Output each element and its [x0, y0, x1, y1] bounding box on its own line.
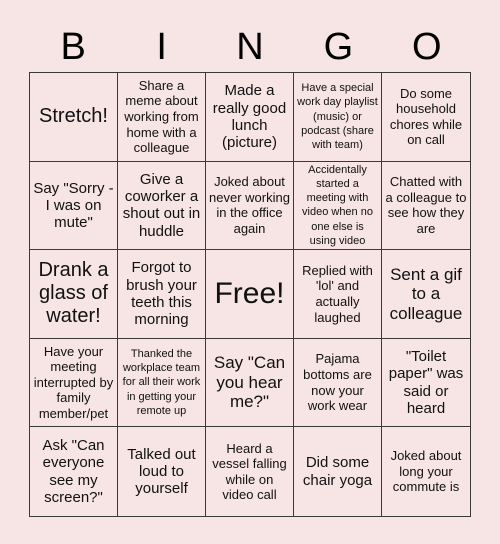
bingo-header: B I N G O — [29, 26, 471, 68]
header-letter-n: N — [236, 26, 264, 68]
bingo-cell[interactable]: Say "Can you hear me?" — [206, 338, 294, 428]
bingo-cell[interactable]: Drank a glass of water! — [30, 250, 118, 339]
header-letter-i: I — [156, 26, 167, 68]
bingo-cell[interactable]: Do some household chores while on call — [382, 73, 470, 162]
bingo-cell[interactable]: Stretch! — [30, 73, 118, 162]
bingo-cell[interactable]: Chatted with a colleague to see how they… — [382, 162, 470, 251]
bingo-cell[interactable]: Ask "Can everyone see my screen?" — [30, 427, 118, 516]
bingo-cell[interactable]: Heard a vessel falling while on video ca… — [206, 427, 294, 516]
bingo-cell[interactable]: Forgot to brush your teeth this morning — [118, 250, 206, 339]
bingo-cell[interactable]: Have a special work day playlist (music)… — [294, 73, 382, 162]
bingo-cell[interactable]: Pajama bottoms are now your work wear — [294, 338, 382, 428]
bingo-cell[interactable]: Replied with 'lol' and actually laughed — [294, 250, 382, 339]
bingo-cell[interactable]: Accidentally started a meeting with vide… — [294, 161, 382, 251]
header-letter-g: G — [323, 26, 354, 68]
bingo-cell[interactable]: Made a really good lunch (picture) — [206, 73, 294, 162]
bingo-cell[interactable]: Talked out loud to yourself — [118, 427, 206, 516]
bingo-cell[interactable]: Share a meme about working from home wit… — [118, 73, 206, 162]
bingo-cell[interactable]: Give a coworker a shout out in huddle — [118, 161, 206, 251]
bingo-cell[interactable]: Joked about long your commute is — [382, 427, 470, 516]
bingo-cell[interactable]: Joked about never working in the office … — [206, 161, 294, 251]
free-space-cell[interactable]: Free! — [206, 250, 294, 339]
header-letter-b: B — [60, 26, 86, 68]
header-letter-o: O — [412, 26, 442, 68]
bingo-cell[interactable]: Have your meeting interrupted by family … — [30, 338, 118, 428]
bingo-cell[interactable]: Say "Sorry - I was on mute" — [30, 161, 118, 251]
bingo-board: Stretch! Share a meme about working from… — [29, 72, 471, 517]
bingo-cell[interactable]: Thanked the workplace team for all their… — [118, 338, 206, 428]
bingo-cell[interactable]: Did some chair yoga — [294, 427, 382, 516]
bingo-cell[interactable]: Sent a gif to a colleague — [382, 250, 470, 339]
bingo-cell[interactable]: "Toilet paper" was said or heard — [382, 339, 470, 428]
